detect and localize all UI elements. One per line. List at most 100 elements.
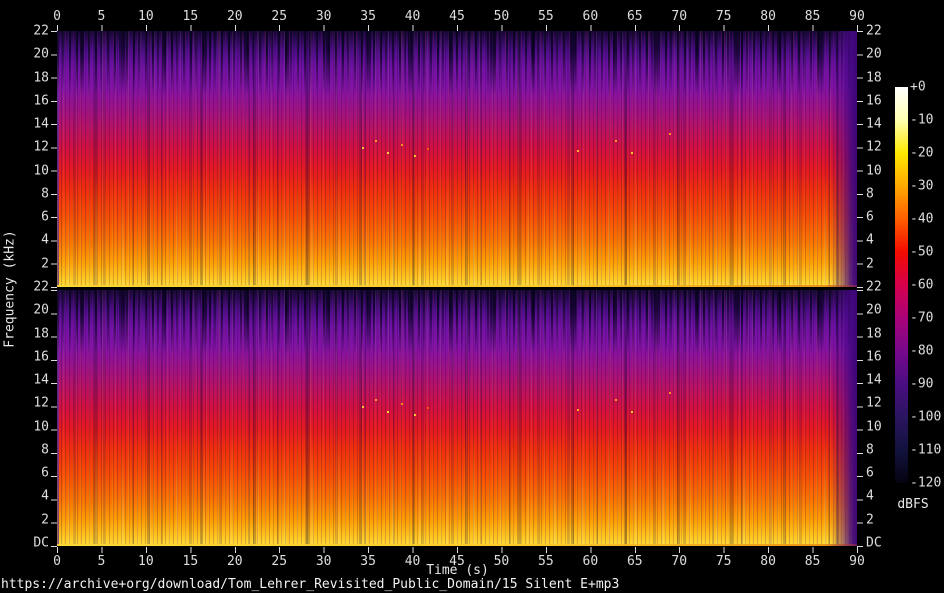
tick-label: 4 bbox=[866, 232, 874, 248]
time-axis-title: Time (s) bbox=[426, 563, 489, 578]
colorbar bbox=[895, 87, 908, 483]
tick-label: DC bbox=[866, 535, 882, 551]
tick-label: 18 bbox=[33, 70, 49, 86]
time-tick-marks-bottom bbox=[57, 547, 858, 553]
spectrogram-speckles bbox=[57, 290, 59, 292]
tick-label: 5 bbox=[97, 9, 106, 24]
tick-label: 14 bbox=[866, 116, 882, 132]
spectrogram-texture bbox=[57, 171, 857, 287]
tick-label: 60 bbox=[582, 9, 599, 24]
tick-label: 4 bbox=[866, 488, 874, 504]
tick-label: 8 bbox=[41, 186, 49, 202]
tick-label: 16 bbox=[33, 93, 49, 109]
spectrogram-texture bbox=[57, 430, 857, 546]
tick-label: 0 bbox=[53, 9, 61, 24]
tick-label: -100 bbox=[910, 409, 942, 425]
tick-label: 45 bbox=[449, 9, 465, 24]
tick-label: 2 bbox=[866, 256, 874, 272]
tick-label: 50 bbox=[493, 9, 510, 24]
tick-label: 15 bbox=[182, 9, 199, 24]
tick-label: -90 bbox=[910, 376, 934, 392]
tick-label: 35 bbox=[360, 9, 376, 24]
tick-label: 4 bbox=[41, 488, 49, 504]
tick-label: 16 bbox=[33, 349, 49, 365]
tick-label: 12 bbox=[866, 395, 882, 411]
spectrogram-fadeout bbox=[831, 31, 857, 287]
tick-label: 80 bbox=[760, 9, 776, 24]
tick-label: -10 bbox=[910, 112, 934, 128]
freq-tick-marks-left-ch2 bbox=[51, 290, 57, 547]
tick-label: 18 bbox=[33, 326, 49, 342]
tick-label: -120 bbox=[910, 475, 942, 491]
tick-label: 22 bbox=[33, 279, 49, 295]
tick-label: 20 bbox=[866, 302, 882, 318]
tick-label: -110 bbox=[910, 442, 942, 458]
tick-label: 22 bbox=[33, 23, 49, 39]
tick-label: 8 bbox=[866, 186, 874, 202]
tick-label: 10 bbox=[138, 9, 154, 24]
spectrogram-texture bbox=[57, 31, 857, 95]
tick-label: 90 bbox=[849, 9, 865, 24]
tick-label: 12 bbox=[866, 139, 882, 155]
tick-label: 14 bbox=[866, 372, 882, 388]
tick-label: 14 bbox=[33, 116, 49, 132]
time-axis-labels-top: 0 5 10 15 20 25 30 35 40 45 50 55 60 65 70 75 80 85 90 bbox=[53, 9, 865, 24]
tick-label: -20 bbox=[910, 145, 934, 161]
colorbar-title: dBFS bbox=[897, 497, 929, 512]
tick-label: 14 bbox=[33, 372, 49, 388]
spectrogram-channel-right bbox=[57, 290, 857, 546]
tick-label: 20 bbox=[226, 9, 243, 24]
freq-tick-marks-right-ch2 bbox=[857, 290, 863, 547]
tick-label: 22 bbox=[866, 279, 882, 295]
source-url-text: https://archive+org/download/Tom_Lehrer_… bbox=[1, 577, 620, 592]
tick-label: DC bbox=[33, 535, 49, 551]
tick-label: 20 bbox=[866, 46, 882, 62]
tick-label: 10 bbox=[866, 163, 882, 179]
tick-label: 8 bbox=[866, 442, 874, 458]
tick-label: 25 bbox=[271, 9, 288, 24]
freq-tick-marks-left-ch1 bbox=[51, 31, 57, 288]
tick-label: 18 bbox=[866, 326, 882, 342]
tick-label: 12 bbox=[33, 395, 49, 411]
tick-label: 2 bbox=[866, 512, 874, 528]
tick-label: -40 bbox=[910, 211, 934, 227]
spectrogram-speckles bbox=[57, 31, 59, 33]
tick-label: 6 bbox=[866, 209, 874, 225]
tick-label: 18 bbox=[866, 70, 882, 86]
tick-label: +0 bbox=[910, 79, 926, 95]
tick-label: 20 bbox=[33, 302, 49, 318]
frequency-axis-title: Frequency (kHz) bbox=[2, 230, 18, 348]
tick-label: -30 bbox=[910, 178, 934, 194]
tick-label: 30 bbox=[315, 9, 332, 24]
tick-label: 55 bbox=[538, 9, 554, 24]
tick-label: 12 bbox=[33, 139, 49, 155]
tick-label: 22 bbox=[866, 23, 882, 39]
tick-label: -60 bbox=[910, 277, 934, 293]
tick-label: 65 bbox=[626, 9, 643, 24]
tick-label: 6 bbox=[866, 465, 874, 481]
freq-tick-marks-right-ch1 bbox=[857, 31, 863, 288]
tick-label: 40 bbox=[404, 9, 421, 24]
tick-label: 16 bbox=[866, 93, 882, 109]
tick-label: 75 bbox=[715, 9, 732, 24]
tick-label: 6 bbox=[41, 465, 49, 481]
spectrogram-channel-left bbox=[57, 31, 857, 287]
tick-label: 10 bbox=[33, 163, 49, 179]
tick-label: 6 bbox=[41, 209, 49, 225]
tick-label: 2 bbox=[41, 256, 49, 272]
tick-label: 10 bbox=[33, 419, 49, 435]
tick-label: 2 bbox=[41, 512, 49, 528]
tick-label: -80 bbox=[910, 343, 934, 359]
tick-label: -70 bbox=[910, 310, 934, 326]
tick-label: 70 bbox=[671, 9, 688, 24]
tick-label: 8 bbox=[41, 442, 49, 458]
tick-label: 20 bbox=[33, 46, 49, 62]
tick-label: 85 bbox=[804, 9, 821, 24]
spectrogram-fadeout bbox=[831, 290, 857, 546]
spectrogram-page: Frequency (kHz) 0 5 10 15 20 25 30 35 40 45 50 55 60… bbox=[0, 0, 944, 593]
tick-label: 10 bbox=[866, 419, 882, 435]
tick-label: 16 bbox=[866, 349, 882, 365]
spectrogram-texture bbox=[57, 290, 857, 354]
tick-label: 4 bbox=[41, 232, 49, 248]
tick-label: -50 bbox=[910, 244, 934, 260]
